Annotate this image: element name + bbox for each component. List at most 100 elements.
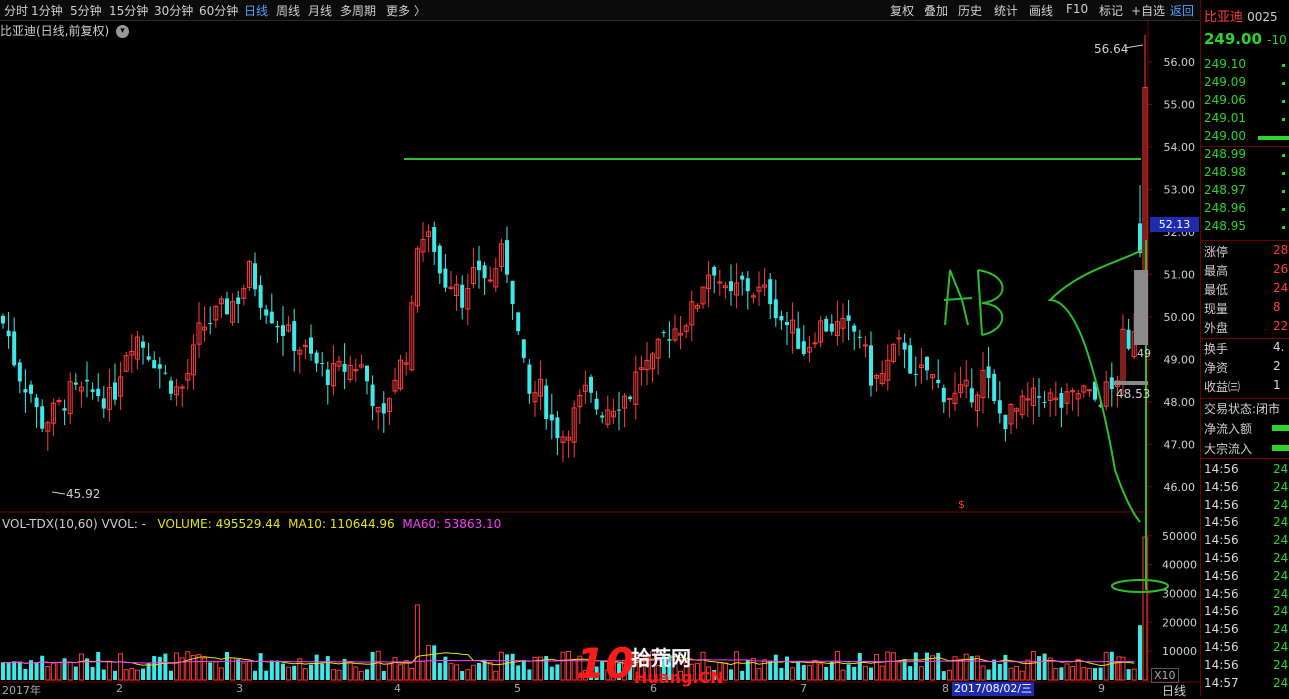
order-book-row[interactable]: 248.99 — [1204, 147, 1289, 165]
candle-body — [1042, 402, 1047, 404]
period-tab-60min[interactable]: 60分钟 — [199, 2, 238, 19]
candle-body — [969, 388, 974, 403]
history-button[interactable]: 历史 — [958, 2, 982, 19]
volume-indicator-name[interactable]: VOL-TDX(10,60) — [2, 517, 98, 531]
candle-body — [437, 245, 442, 274]
order-book-marker — [1282, 226, 1285, 229]
volume-bar — [1109, 651, 1114, 680]
order-book-price: 248.96 — [1204, 201, 1246, 215]
add-watchlist-button[interactable]: +自选 — [1131, 2, 1165, 19]
order-book-row[interactable]: 249.10 — [1204, 57, 1289, 75]
order-book-marker — [1282, 118, 1285, 121]
volume-bar — [275, 661, 280, 680]
volume-bar — [1126, 669, 1131, 680]
period-tab-timeshare[interactable]: 分时 — [4, 2, 28, 19]
tick-price: 24 — [1273, 675, 1289, 690]
volume-bar — [992, 659, 997, 680]
period-tab-more[interactable]: 更多 〉 — [386, 2, 426, 19]
candle-body — [141, 341, 145, 348]
order-book-price: 248.98 — [1204, 165, 1246, 179]
candle-body — [936, 379, 941, 384]
candle-body — [712, 266, 717, 276]
stats-button[interactable]: 统计 — [994, 2, 1018, 19]
quote-change: -10 — [1267, 33, 1287, 47]
order-book-row[interactable]: 248.95 — [1204, 219, 1289, 237]
order-book-row[interactable]: 249.09 — [1204, 75, 1289, 93]
volume-bar — [12, 661, 17, 680]
chevron-down-icon[interactable]: ▾ — [116, 25, 130, 38]
candle-body — [992, 373, 997, 402]
stat-value: 1 — [1273, 378, 1281, 392]
stat-label: 涨停 — [1204, 245, 1229, 259]
tick-row: 14:56 24 — [1204, 640, 1289, 657]
order-book-row[interactable]: 248.97 — [1204, 183, 1289, 201]
period-tab-1min[interactable]: 1分钟 — [31, 2, 63, 19]
watermark-number: 10 — [576, 639, 635, 688]
order-book-row[interactable]: 249.01 — [1204, 111, 1289, 129]
candle-body — [163, 372, 168, 374]
volume-bar — [986, 669, 991, 680]
period-tab-15min[interactable]: 15分钟 — [109, 2, 148, 19]
volume-bar — [163, 653, 168, 680]
volume-tick-label: 40000 — [1162, 559, 1197, 572]
tick-price: 24 — [1273, 479, 1289, 494]
volume-bar — [505, 654, 509, 680]
period-tab-weekly[interactable]: 周线 — [276, 2, 300, 19]
tick-row: 14:56 24 — [1204, 658, 1289, 675]
stat-row: 收益㈢ 1 — [1204, 378, 1289, 396]
candle-body — [365, 365, 369, 382]
candle-body — [510, 280, 515, 305]
date-label-apr: 4 — [394, 682, 401, 695]
f10-button[interactable]: F10 — [1066, 2, 1088, 16]
order-book-row[interactable]: 248.96 — [1204, 201, 1289, 219]
period-tab-daily[interactable]: 日线 — [244, 2, 268, 19]
candle-body — [628, 396, 633, 400]
volume-bar — [925, 652, 929, 680]
volume-bar — [913, 652, 918, 680]
volume-bar — [208, 662, 213, 680]
tick-price: 24 — [1273, 586, 1289, 601]
date-label-may: 5 — [514, 682, 521, 695]
back-button[interactable]: 返回 — [1170, 2, 1194, 19]
order-book-row[interactable]: 249.06 — [1204, 93, 1289, 111]
candle-body — [925, 356, 929, 371]
period-tab-multi[interactable]: 多周期 — [340, 2, 376, 19]
tick-row: 14:56 24 — [1204, 480, 1289, 497]
stat-value: 26 — [1273, 262, 1289, 276]
period-tab-5min[interactable]: 5分钟 — [70, 2, 102, 19]
zoom-label[interactable]: X10 — [1151, 668, 1179, 683]
volume-bar — [1138, 625, 1142, 680]
tick-price: 24 — [1273, 462, 1289, 476]
volume-bar — [292, 665, 297, 680]
candle-body — [1126, 329, 1131, 349]
order-book-row[interactable]: 249.00 — [1204, 129, 1289, 147]
tick-row: 14:56 24 — [1204, 587, 1289, 604]
tick-row: 14:56 24 — [1204, 551, 1289, 568]
overlay-button[interactable]: 叠加 — [924, 2, 948, 19]
volume-bar — [1059, 667, 1064, 680]
bottom-period-label[interactable]: 日线 — [1162, 682, 1186, 699]
candle-body — [617, 409, 621, 411]
mark-button[interactable]: 标记 — [1099, 2, 1123, 19]
volume-bar — [829, 661, 834, 680]
candle-body — [146, 356, 151, 360]
adjust-button[interactable]: 复权 — [890, 2, 914, 19]
order-book-row[interactable]: 248.98 — [1204, 165, 1289, 183]
period-tab-monthly[interactable]: 月线 — [308, 2, 332, 19]
tick-row: 14:56 24 — [1204, 515, 1289, 532]
candle-body — [96, 388, 101, 397]
stat-row: 最低 24 — [1204, 281, 1289, 299]
volume-bar — [516, 665, 521, 680]
kline-chart[interactable]: 56.0055.0054.0053.0052.0051.0050.0049.00… — [0, 0, 1200, 696]
order-book-marker — [1282, 82, 1285, 85]
ma60-value: MA60: 53863.10 — [402, 517, 502, 531]
volume-bar — [365, 669, 369, 680]
candle-body — [555, 417, 560, 439]
tick-price: 24 — [1273, 515, 1289, 530]
stat-label: 最低 — [1204, 283, 1229, 297]
candle-body — [101, 398, 106, 409]
draw-button[interactable]: 画线 — [1029, 2, 1053, 19]
price-tick-label: 55.00 — [1164, 98, 1196, 111]
period-tab-30min[interactable]: 30分钟 — [154, 2, 193, 19]
candle-body — [253, 263, 257, 290]
